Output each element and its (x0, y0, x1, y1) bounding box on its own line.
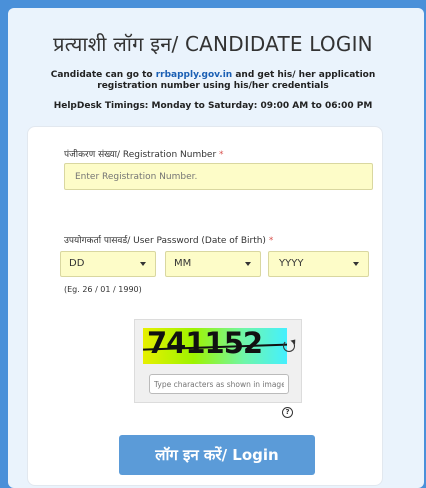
login-button[interactable]: लॉग इन करें/ Login (119, 435, 315, 475)
captcha-input[interactable] (149, 374, 289, 394)
year-select[interactable]: YYYY (268, 251, 369, 277)
required-mark: * (219, 150, 224, 160)
registration-label: पंजीकरण संख्या/ Registration Number * (64, 147, 224, 160)
chevron-down-icon (353, 262, 359, 266)
day-select[interactable]: DD (60, 251, 156, 277)
refresh-icon[interactable] (283, 340, 295, 352)
day-value: DD (69, 258, 85, 269)
month-value: MM (174, 258, 192, 269)
required-mark: * (268, 236, 274, 246)
registration-number-input[interactable] (64, 163, 373, 190)
year-value: YYYY (279, 258, 304, 269)
captcha-image: 741152 (143, 328, 287, 364)
help-icon[interactable]: ? (282, 407, 293, 418)
rrbapply-link[interactable]: rrbapply.gov.in (156, 70, 233, 80)
instruction-text: Candidate can go to rrbapply.gov.in and … (20, 70, 406, 92)
captcha-panel: 741152 (134, 319, 302, 403)
password-label-text: उपयोगकर्ता पासवर्ड/ User Password (Date … (64, 236, 266, 246)
password-label: उपयोगकर्ता पासवर्ड/ User Password (Date … (64, 233, 273, 246)
page-title: प्रत्याशी लॉग इन/ CANDIDATE LOGIN (53, 32, 373, 56)
instruction-prefix: Candidate can go to (50, 70, 156, 80)
helpdesk-timings: HelpDesk Timings: Monday to Saturday: 09… (53, 101, 373, 111)
chevron-down-icon (140, 262, 146, 266)
captcha-text: 741152 (147, 328, 263, 360)
date-example: (Eg. 26 / 01 / 1990) (64, 285, 142, 294)
month-select[interactable]: MM (165, 251, 261, 277)
login-form: पंजीकरण संख्या/ Registration Number * उप… (27, 126, 383, 486)
registration-label-text: पंजीकरण संख्या/ Registration Number (64, 150, 217, 160)
chevron-down-icon (245, 262, 251, 266)
